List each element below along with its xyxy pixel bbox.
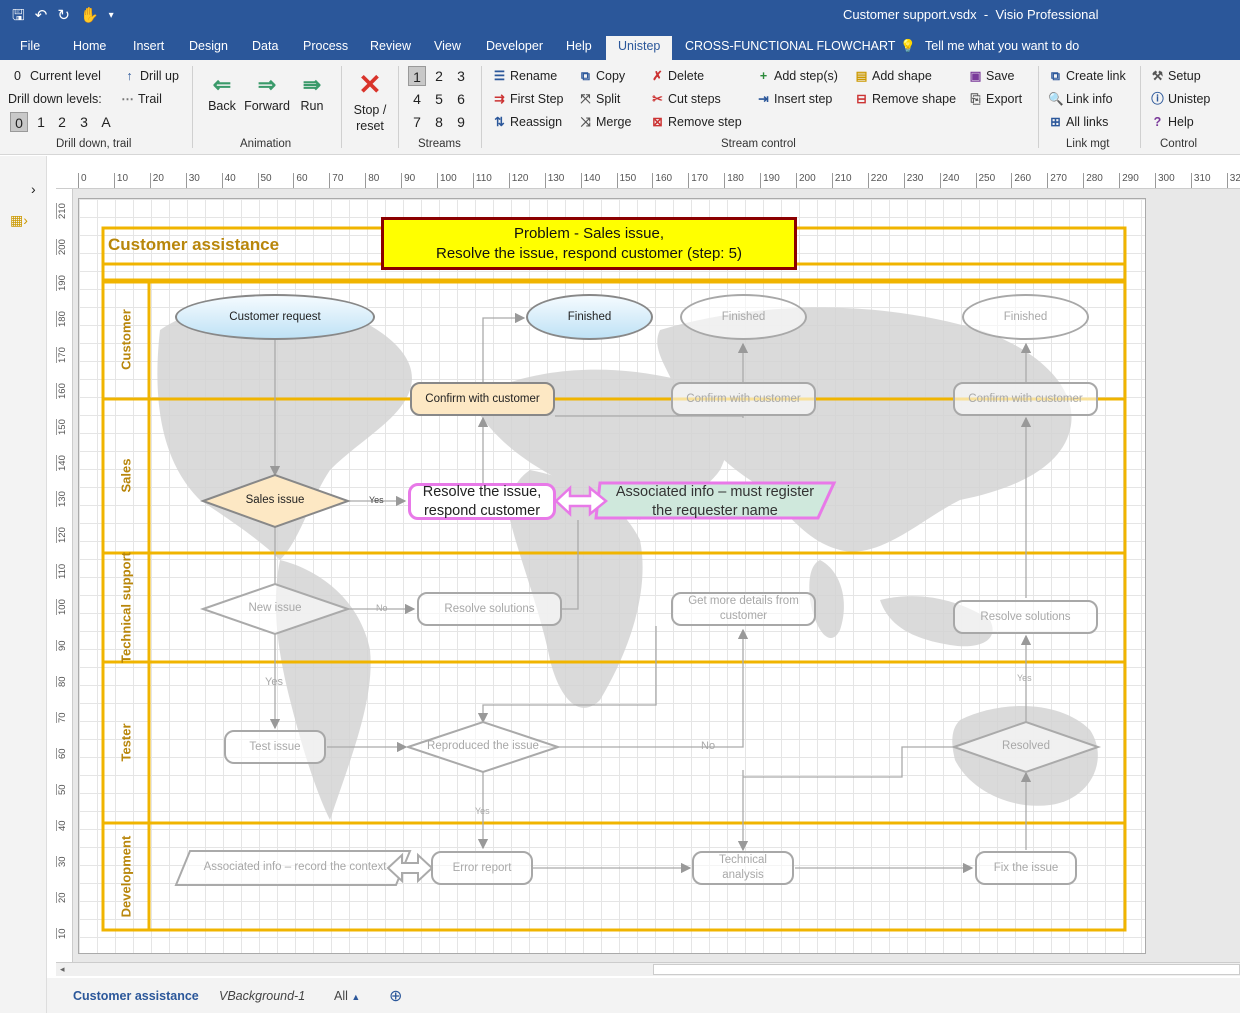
edge-label-yes: Yes bbox=[265, 676, 283, 688]
shape-confirm-with-customer[interactable]: Confirm with customer bbox=[671, 382, 816, 416]
edge-label-yes: Yes bbox=[369, 495, 384, 505]
scrollbar-thumb[interactable] bbox=[653, 964, 1240, 975]
shape-resolve-issue-respond-customer[interactable]: Resolve the issue, respond customer bbox=[408, 483, 556, 520]
lane-tester: Tester bbox=[118, 723, 134, 762]
diagram-title: Customer assistance bbox=[108, 235, 280, 254]
shape-get-more-details[interactable]: Get more details from customer bbox=[671, 592, 816, 626]
shape-reproduced-the-issue[interactable]: Reproduced the issue bbox=[413, 740, 553, 752]
shape-resolve-solutions[interactable]: Resolve solutions bbox=[417, 592, 562, 626]
shape-associated-info-context[interactable]: Associated info – record the context bbox=[190, 861, 400, 873]
shape-resolve-solutions[interactable]: Resolve solutions bbox=[953, 600, 1098, 634]
horizontal-scrollbar[interactable]: ◂ bbox=[56, 962, 1240, 976]
shape-customer-request[interactable]: Customer request bbox=[175, 294, 375, 340]
shape-technical-analysis[interactable]: Technical analysis bbox=[692, 851, 794, 885]
problem-banner: Problem - Sales issue, Resolve the issue… bbox=[381, 217, 797, 270]
shape-associated-info-register[interactable]: Associated info – must register the requ… bbox=[596, 483, 834, 521]
edge-label-yes: Yes bbox=[475, 806, 490, 816]
scroll-left-icon[interactable]: ◂ bbox=[60, 964, 65, 975]
shape-new-issue[interactable]: New issue bbox=[225, 602, 325, 614]
lane-development: Development bbox=[118, 835, 134, 918]
shape-finished[interactable]: Finished bbox=[526, 294, 653, 340]
shape-fix-the-issue[interactable]: Fix the issue bbox=[975, 851, 1077, 885]
page-tab-vbackground[interactable]: VBackground-1 bbox=[219, 989, 305, 1003]
edge-label-yes: Yes bbox=[1017, 673, 1032, 683]
lane-technical-support: Technical support bbox=[118, 552, 134, 663]
shape-sales-issue[interactable]: Sales issue bbox=[225, 494, 325, 506]
shape-confirm-with-customer[interactable]: Confirm with customer bbox=[953, 382, 1098, 416]
lane-customer: Customer bbox=[118, 309, 134, 370]
page-tabs-bar: Customer assistance VBackground-1 All ▲ … bbox=[47, 978, 1240, 1013]
page-tab-all[interactable]: All ▲ bbox=[334, 989, 360, 1003]
shape-finished[interactable]: Finished bbox=[962, 294, 1089, 340]
lane-sales: Sales bbox=[118, 458, 134, 493]
caret-up-icon: ▲ bbox=[351, 992, 361, 1002]
shape-resolved[interactable]: Resolved bbox=[976, 740, 1076, 752]
shape-finished[interactable]: Finished bbox=[680, 294, 807, 340]
shape-confirm-with-customer[interactable]: Confirm with customer bbox=[410, 382, 555, 416]
add-page-icon[interactable]: ⊕ bbox=[389, 986, 402, 1006]
shape-test-issue[interactable]: Test issue bbox=[224, 730, 326, 764]
edge-label-no: No bbox=[376, 603, 388, 613]
shape-error-report[interactable]: Error report bbox=[431, 851, 533, 885]
page-tab-customer-assistance[interactable]: Customer assistance bbox=[73, 989, 199, 1003]
edge-label-no: No bbox=[701, 740, 716, 752]
